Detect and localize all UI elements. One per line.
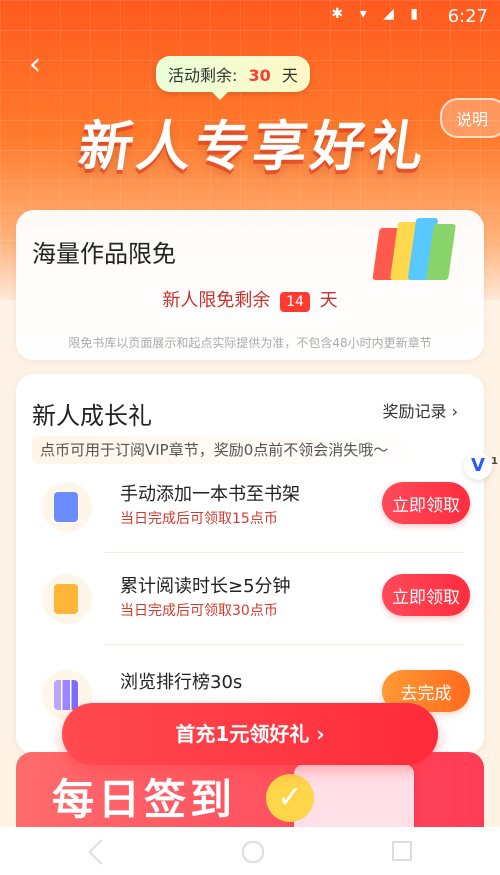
remaining-label: 活动剩余: bbox=[168, 66, 238, 85]
nav-home-icon[interactable] bbox=[242, 841, 264, 863]
chevron-right-icon: › bbox=[451, 402, 458, 421]
growth-title: 新人成长礼 bbox=[32, 402, 152, 430]
activity-remaining-bubble: 活动剩余: 30 天 bbox=[156, 56, 310, 100]
ranking-icon bbox=[54, 680, 78, 710]
task-desc: 当日完成后可领取30点币 bbox=[120, 603, 278, 619]
back-button[interactable]: ‹ bbox=[18, 48, 52, 82]
free-remain-prefix: 新人限免剩余 bbox=[162, 290, 271, 311]
task-icon-wrap bbox=[42, 574, 92, 624]
task-desc: 当日完成后可领取15点币 bbox=[120, 511, 278, 527]
page-title: 新人专享好礼 bbox=[74, 115, 432, 178]
free-works-remaining: 新人限免剩余 14 天 bbox=[16, 286, 484, 312]
growth-gift-card: 新人成长礼 奖励记录 › 点币可用于订阅VIP章节，奖励0点前不领会消失哦～ 手… bbox=[16, 374, 484, 754]
claim-button[interactable]: 立即领取 bbox=[382, 574, 470, 616]
free-works-card: 海量作品限免 新人限免剩余 14 天 限免书库以页面展示和起点实际提供为准，不包… bbox=[16, 210, 484, 360]
free-remain-unit: 天 bbox=[319, 290, 338, 311]
books-icon bbox=[372, 200, 460, 280]
first-charge-button[interactable]: 首充1元领好礼 › bbox=[62, 703, 438, 765]
v-badge[interactable]: V 1 bbox=[464, 452, 498, 480]
reward-record-link[interactable]: 奖励记录 › bbox=[382, 398, 458, 422]
nav-recent-icon[interactable] bbox=[392, 841, 412, 861]
remaining-days: 30 bbox=[248, 66, 271, 85]
task-row: 累计阅读时长≥5分钟 当日完成后可领取30点币 立即领取 bbox=[32, 564, 484, 644]
reward-record-label: 奖励记录 bbox=[382, 402, 447, 421]
claim-button[interactable]: 立即领取 bbox=[382, 482, 470, 524]
book-icon bbox=[54, 492, 78, 522]
chevron-left-icon: ‹ bbox=[29, 47, 41, 82]
divider bbox=[104, 552, 464, 553]
reading-icon bbox=[54, 584, 78, 614]
remaining-unit: 天 bbox=[281, 66, 298, 85]
v-badge-letter: V bbox=[471, 455, 485, 476]
free-remain-days: 14 bbox=[280, 292, 310, 312]
nav-back-icon[interactable] bbox=[88, 839, 114, 865]
free-works-note: 限免书库以页面展示和起点实际提供为准，不包含48小时内更新章节 bbox=[68, 336, 432, 350]
status-bar: ✱ ▾ ◢ ▮ 6:27 bbox=[0, 0, 500, 32]
system-nav-bar bbox=[0, 827, 500, 875]
task-name: 手动添加一本书至书架 bbox=[120, 484, 300, 505]
task-icon-wrap bbox=[42, 482, 92, 532]
free-works-title: 海量作品限免 bbox=[32, 240, 176, 268]
first-charge-label: 首充1元领好礼 bbox=[175, 722, 310, 746]
task-name: 浏览排行榜30s bbox=[120, 672, 243, 693]
task-name: 累计阅读时长≥5分钟 bbox=[120, 576, 291, 597]
task-row: 手动添加一本书至书架 当日完成后可领取15点币 立即领取 bbox=[32, 472, 484, 552]
status-time: 6:27 bbox=[447, 6, 488, 27]
daily-signin-title: 每日签到 bbox=[52, 775, 237, 824]
chevron-right-icon: › bbox=[316, 722, 325, 746]
v-badge-count: 1 bbox=[491, 456, 498, 467]
growth-hint: 点币可用于订阅VIP章节，奖励0点前不领会消失哦～ bbox=[32, 436, 422, 464]
check-icon: ✓ bbox=[266, 774, 314, 822]
divider bbox=[104, 644, 464, 645]
explain-button[interactable]: 说明 bbox=[439, 98, 500, 138]
status-icons: ✱ ▾ ◢ ▮ bbox=[331, 6, 424, 22]
